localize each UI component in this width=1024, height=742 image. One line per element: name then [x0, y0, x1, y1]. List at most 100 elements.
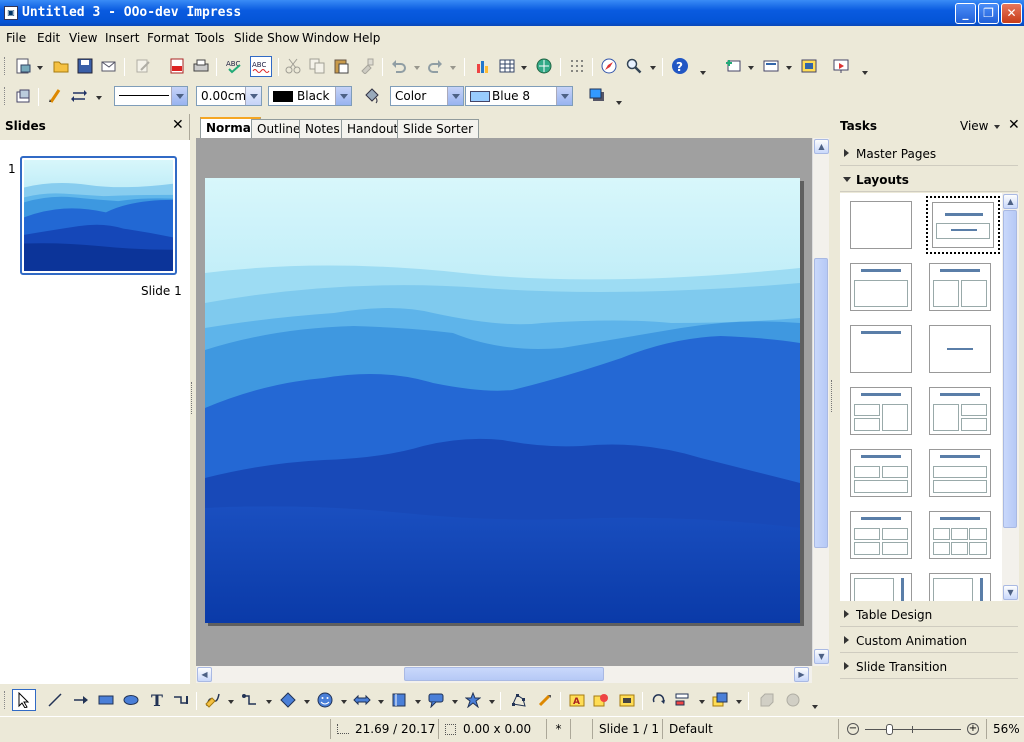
scroll-up-icon[interactable]: ▲: [1003, 194, 1018, 209]
line-width-field[interactable]: 0.00cm: [196, 86, 262, 106]
callouts-dropdown-icon[interactable]: [452, 700, 458, 704]
stars-dropdown-icon[interactable]: [489, 700, 495, 704]
status-signature[interactable]: [570, 719, 592, 739]
extrusion-icon[interactable]: [758, 691, 776, 709]
section-slide-transition[interactable]: Slide Transition: [840, 655, 1018, 679]
layout-title-2-content[interactable]: [929, 263, 991, 311]
alignment-dropdown-icon[interactable]: [699, 700, 705, 704]
layout-title-slide[interactable]: [926, 196, 1000, 254]
zoom-track[interactable]: [865, 729, 961, 730]
object-icon[interactable]: [14, 87, 32, 105]
horizontal-scroll-thumb[interactable]: [404, 667, 604, 681]
section-master-pages[interactable]: Master Pages: [840, 142, 1018, 166]
vertical-scroll-thumb[interactable]: [814, 258, 828, 548]
flowchart-icon[interactable]: [390, 691, 408, 709]
zoom-dropdown-icon[interactable]: [650, 66, 656, 70]
layout-title-content-2-content[interactable]: [929, 387, 991, 435]
curve-dropdown-icon[interactable]: [228, 700, 234, 704]
line-icon[interactable]: [46, 691, 64, 709]
help-icon[interactable]: ?: [671, 57, 689, 75]
format-paintbrush-icon[interactable]: [358, 57, 376, 75]
slide-icon[interactable]: [724, 57, 742, 75]
toolbar-grip[interactable]: [4, 87, 7, 105]
table-icon[interactable]: [498, 57, 516, 75]
export-pdf-icon[interactable]: [168, 57, 186, 75]
splitter[interactable]: [829, 114, 836, 684]
layout-vertical-title[interactable]: [850, 573, 912, 601]
menu-window[interactable]: Window: [302, 31, 349, 45]
text-icon[interactable]: T: [148, 691, 166, 710]
status-modified[interactable]: *: [546, 719, 570, 739]
tab-handout[interactable]: Handout: [341, 119, 405, 138]
tab-notes[interactable]: Notes: [299, 119, 346, 138]
slide-canvas[interactable]: [205, 178, 800, 623]
arrow-icon[interactable]: [72, 691, 90, 709]
section-table-design[interactable]: Table Design: [840, 603, 1018, 627]
splitter-grip[interactable]: [191, 382, 194, 414]
toolbar-overflow-icon[interactable]: [616, 101, 622, 105]
hyperlink-icon[interactable]: [535, 57, 553, 75]
layout-centered-text[interactable]: [929, 325, 991, 373]
menu-help[interactable]: Help: [353, 31, 380, 45]
navigator-icon[interactable]: [600, 57, 618, 75]
save-icon[interactable]: [76, 57, 94, 75]
grid-icon[interactable]: [568, 57, 586, 75]
symbol-shapes-icon[interactable]: [316, 691, 334, 709]
block-arrows-dropdown-icon[interactable]: [378, 700, 384, 704]
new-icon[interactable]: [14, 57, 32, 75]
gallery-icon[interactable]: [618, 691, 636, 709]
restore-button[interactable]: ❐: [978, 3, 999, 24]
zoom-icon[interactable]: [625, 57, 643, 75]
redo-icon[interactable]: [426, 57, 444, 75]
area-icon[interactable]: [362, 87, 380, 105]
slide-work-area[interactable]: [196, 138, 812, 666]
select-icon[interactable]: [12, 689, 36, 711]
zoom-in-icon[interactable]: +: [967, 723, 979, 735]
layout-title-only[interactable]: [850, 325, 912, 373]
symbol-shapes-dropdown-icon[interactable]: [341, 700, 347, 704]
scroll-left-icon[interactable]: ◀: [197, 667, 212, 682]
chevron-down-icon[interactable]: [171, 87, 187, 105]
ellipse-icon[interactable]: [122, 691, 140, 709]
paste-icon[interactable]: [332, 57, 350, 75]
alignment-icon[interactable]: [674, 691, 692, 709]
connector-icon[interactable]: [172, 691, 190, 709]
table-dropdown-icon[interactable]: [521, 66, 527, 70]
toolbar-overflow-icon[interactable]: [812, 705, 818, 709]
basic-shapes-dropdown-icon[interactable]: [304, 700, 310, 704]
stars-icon[interactable]: [464, 691, 482, 709]
chevron-down-icon[interactable]: [447, 87, 463, 105]
section-layouts[interactable]: Layouts: [840, 168, 1018, 192]
scroll-up-icon[interactable]: ▲: [814, 139, 829, 154]
chart-icon[interactable]: [474, 57, 492, 75]
line-style-select[interactable]: [114, 86, 188, 106]
toolbar-grip[interactable]: [4, 691, 7, 709]
rotate-icon[interactable]: [650, 691, 668, 709]
slide-design-icon[interactable]: [762, 57, 780, 75]
shadow-icon[interactable]: [588, 87, 606, 105]
menu-tools[interactable]: Tools: [195, 31, 225, 45]
undo-icon[interactable]: [390, 57, 408, 75]
undo-dropdown-icon[interactable]: [414, 66, 420, 70]
layout-title-6-content[interactable]: [929, 511, 991, 559]
callouts-icon[interactable]: [427, 691, 445, 709]
lines-arrows-dropdown-icon[interactable]: [266, 700, 272, 704]
spin-icon[interactable]: [245, 87, 261, 105]
glue-points-icon[interactable]: [536, 691, 554, 709]
curve-icon[interactable]: [204, 691, 222, 709]
spellcheck-icon[interactable]: ABC: [226, 57, 244, 75]
menu-file[interactable]: File: [6, 31, 26, 45]
area-style-select[interactable]: Color: [390, 86, 464, 106]
slide-dropdown-icon[interactable]: [748, 66, 754, 70]
cut-icon[interactable]: [284, 57, 302, 75]
arrow-style-dropdown-icon[interactable]: [96, 96, 102, 100]
layout-vertical-title-content[interactable]: [929, 573, 991, 601]
scroll-right-icon[interactable]: ▶: [794, 667, 809, 682]
rectangle-icon[interactable]: [97, 691, 115, 709]
splitter-grip[interactable]: [831, 380, 834, 412]
menu-format[interactable]: Format: [147, 31, 189, 45]
email-icon[interactable]: [100, 57, 118, 75]
edit-file-icon[interactable]: [134, 57, 152, 75]
close-icon[interactable]: ✕: [172, 117, 184, 133]
chevron-down-icon[interactable]: [335, 87, 351, 105]
